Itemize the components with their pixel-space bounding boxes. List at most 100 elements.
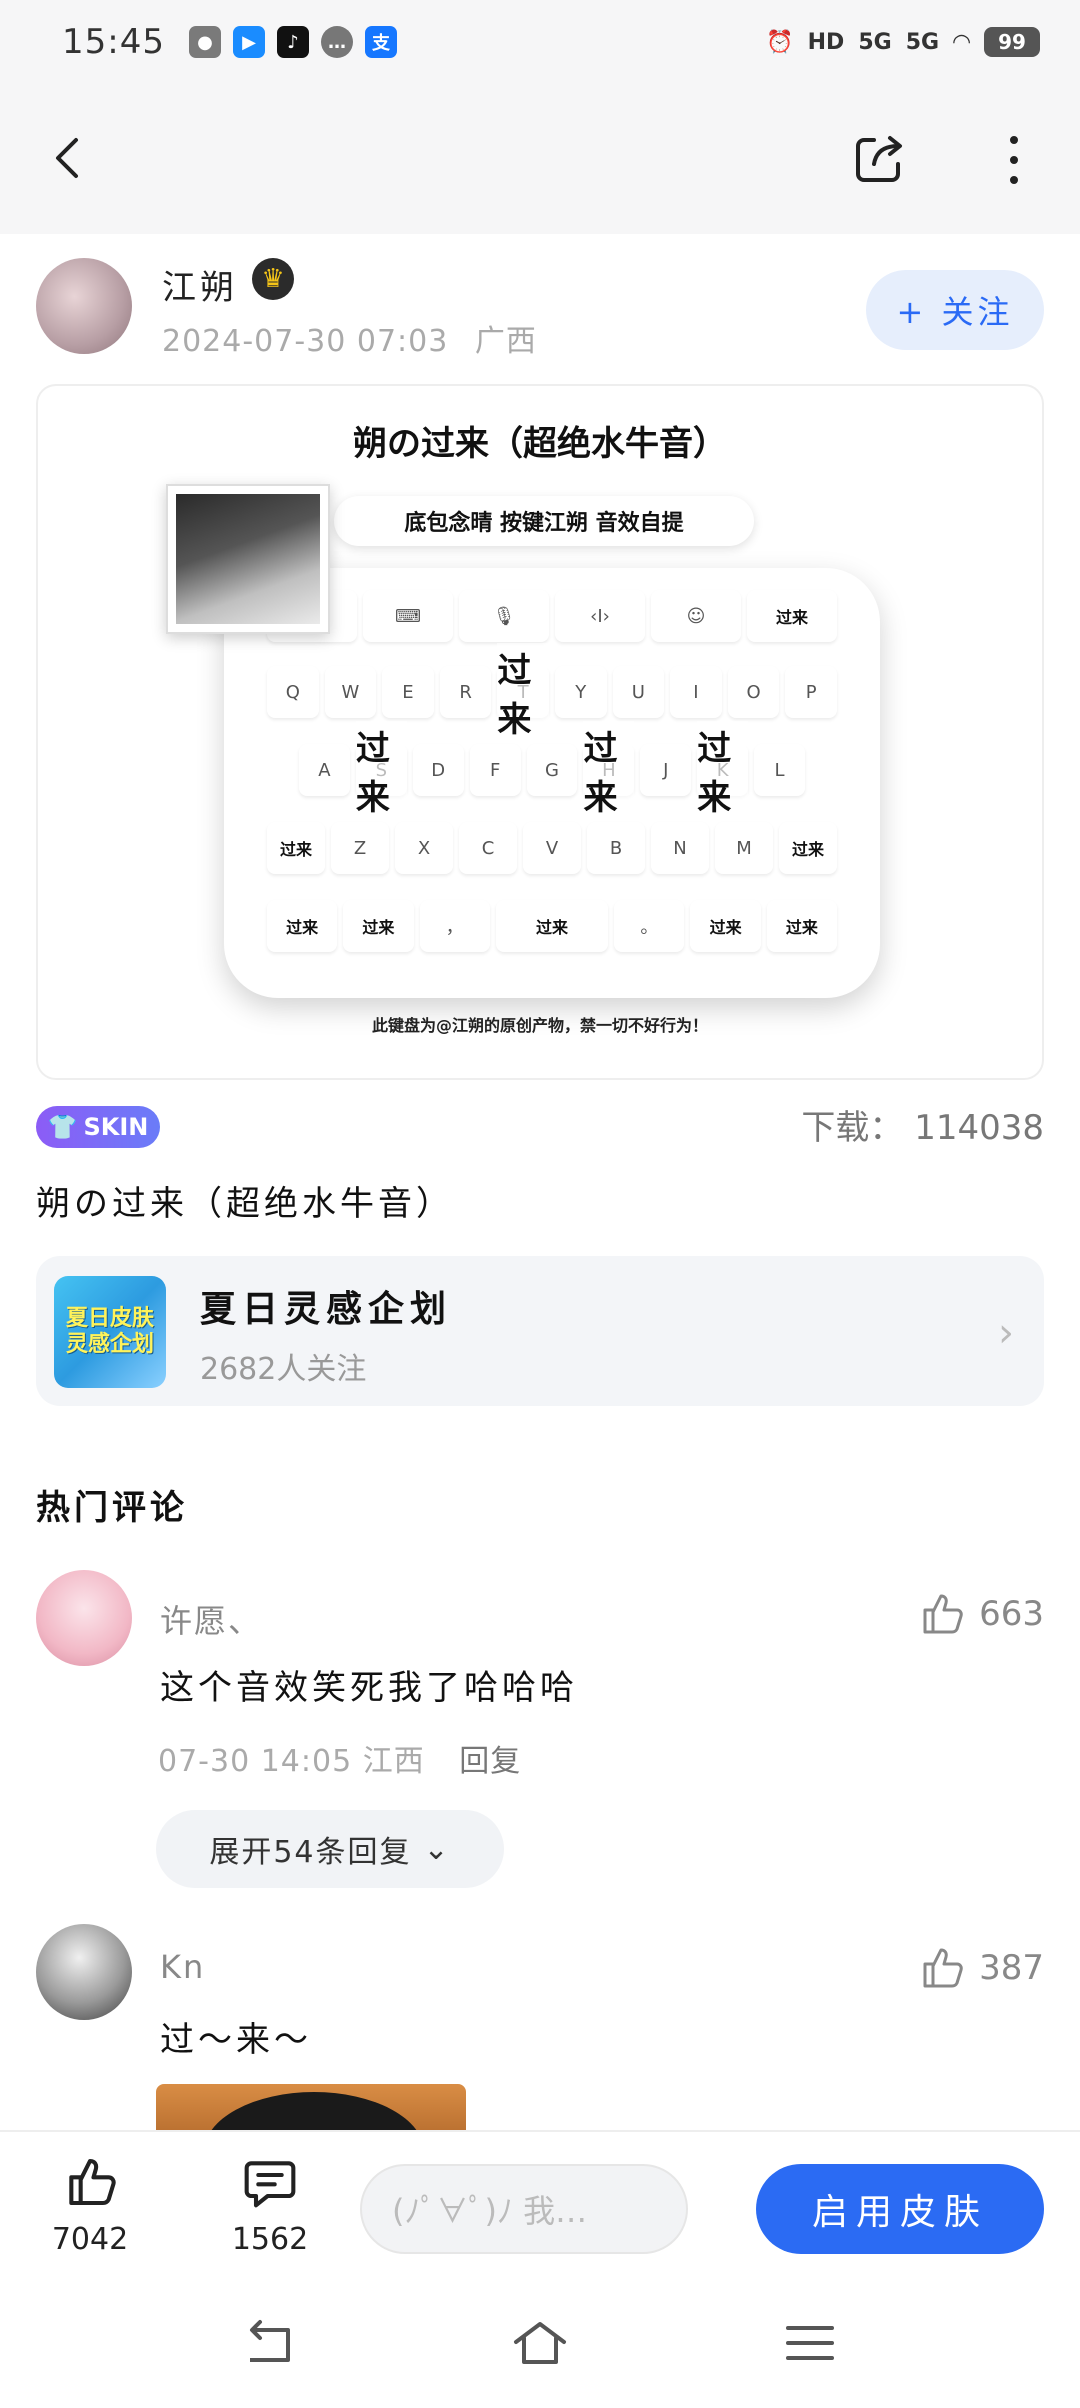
comment-item: 许愿、 这个音效笑死我了哈哈哈 07-30 14:05 江西 回复 663 展开… [0, 1566, 1080, 1896]
wechat-icon: ● [188, 26, 221, 58]
commenter-avatar[interactable] [36, 1570, 132, 1666]
keyboard-key: V [523, 822, 581, 874]
thumbs-up-icon [923, 1948, 963, 1988]
keyboard-key: N [651, 822, 709, 874]
message-icon: … [320, 26, 353, 58]
author-row: 江朔 ♛ 2024-07-30 07:03 广西 + 关注 [0, 234, 1080, 374]
crown-icon: ♛ [252, 258, 294, 300]
author-meta: 2024-07-30 07:03 广西 [162, 316, 537, 360]
mic-icon: 🎙 [459, 590, 549, 642]
battery-icon: 99 [984, 27, 1040, 57]
total-likes: 7042 [51, 2222, 129, 2257]
alarm-icon: ⏰ [766, 29, 794, 55]
keyboard-key: S [355, 721, 407, 819]
keyboard-key: 过来 [267, 822, 325, 874]
author-name[interactable]: 江朔 [162, 260, 238, 309]
keyboard-toolbar: 过来 ⌨ 🎙 ‹I› ☺ 过来 [264, 586, 840, 646]
post-region: 广西 [474, 324, 537, 359]
alipay-icon: 支 [364, 26, 397, 58]
keyboard-key: Z [331, 822, 389, 874]
keyboard-row-1: Q W E R T Y U I O P [264, 643, 840, 741]
keyboard-key: 过来 [267, 900, 338, 952]
like-button[interactable]: 7042 [30, 2154, 150, 2257]
comment-like[interactable]: 663 [917, 1590, 1044, 1638]
comment-time: 07-30 14:05 江西 [158, 1744, 425, 1779]
expand-replies-button[interactable]: 展开54条回复 ⌄ [156, 1810, 504, 1888]
comment-item: Kn 过～来～ 387 [0, 1920, 1080, 2144]
keyboard-key: O [727, 666, 780, 718]
keyboard-key: W [324, 666, 377, 718]
more-icon[interactable] [998, 130, 1030, 190]
author-avatar[interactable] [36, 258, 132, 354]
keyboard-key: E [382, 666, 434, 718]
network2-label: 5G [905, 29, 940, 55]
keyboard-row-4: 过来 过来 ， 过来 。 过来 过来 [264, 896, 840, 956]
keyboard-row-3: 过来 Z X C V B N M 过来 [264, 818, 840, 878]
reply-button[interactable]: 回复 [459, 1744, 521, 1779]
keyboard-key: I [670, 666, 722, 718]
keyboard-key: 。 [614, 900, 685, 952]
skin-preview-image[interactable]: 朔の过来（超绝水牛音） 底包念晴 按键江朔 音效自提 过来 ⌨ 🎙 ‹I› ☺ … [36, 384, 1044, 1080]
thumbs-up-icon [69, 2158, 116, 2206]
keyboard-icon: ⌨ [363, 590, 453, 642]
tiktok-icon: ♪ [276, 26, 309, 58]
status-time: 15:45 [62, 22, 165, 62]
emoji-icon: ☺ [651, 590, 741, 642]
shirt-icon: 👕 [47, 1113, 78, 1141]
download-count: 下载： 114038 [801, 1108, 1044, 1148]
comment-button[interactable]: 1562 [210, 2154, 330, 2257]
comment-text: 过～来～ [160, 2020, 312, 2060]
system-nav-bar [0, 2280, 1080, 2408]
like-count: 387 [979, 1948, 1044, 1988]
keyboard-key: P [785, 666, 837, 718]
hot-comments-title: 热门评论 [36, 1488, 188, 1528]
comment-like[interactable]: 387 [917, 1944, 1044, 1992]
total-comments: 1562 [231, 2222, 309, 2257]
keyboard-key: M [715, 822, 773, 874]
preview-tagline: 底包念晴 按键江朔 音效自提 [334, 496, 754, 546]
menu-nav-icon[interactable] [780, 2318, 840, 2368]
keyboard-key: G [526, 744, 578, 796]
status-app-icons: ● ▶ ♪ … 支 [188, 26, 397, 58]
home-nav-icon[interactable] [510, 2318, 570, 2368]
preview-title: 朔の过来（超绝水牛音） [353, 424, 727, 464]
keyboard-key: H [583, 721, 635, 819]
keyboard-key: Y [554, 666, 607, 718]
keyboard-row-2: A S D F G H J K L [296, 721, 808, 819]
share-icon[interactable] [852, 130, 908, 186]
keyboard-key: T [497, 643, 549, 741]
chevron-down-icon: ⌄ [423, 1831, 451, 1867]
network-label: 5G [858, 29, 892, 55]
back-nav-icon[interactable] [240, 2318, 300, 2368]
comment-input[interactable]: (ﾉﾟ∀ﾟ)ﾉ 我… [360, 2164, 688, 2254]
comment-meta: 07-30 14:05 江西 回复 [158, 1736, 521, 1780]
keyboard-key: ， [419, 900, 490, 952]
keyboard-key: A [299, 744, 350, 796]
keyboard-key: 过来 [747, 590, 837, 642]
post-date: 2024-07-30 07:03 [162, 324, 449, 359]
keyboard-key: U [612, 666, 665, 718]
thumbs-up-icon [923, 1594, 963, 1634]
preview-footer: 此键盘为@江朔的原创产物，禁一切不好行为！ [371, 1016, 708, 1035]
keyboard-key: X [395, 822, 453, 874]
paper-plane-icon: ▶ [232, 26, 265, 58]
commenter-name[interactable]: 许愿、 [160, 1596, 262, 1642]
keyboard-key: 过来 [690, 900, 761, 952]
preview-portrait [166, 484, 330, 634]
keyboard-key: L [754, 744, 806, 796]
keyboard-key: Q [267, 666, 319, 718]
back-icon[interactable] [44, 132, 96, 184]
follow-button[interactable]: + 关注 [866, 270, 1044, 350]
chevron-right-icon: › [998, 1310, 1014, 1356]
comment-text: 这个音效笑死我了哈哈哈 [160, 1668, 578, 1708]
apply-skin-button[interactable]: 启用皮肤 [756, 2164, 1044, 2254]
commenter-name[interactable]: Kn [160, 1948, 205, 1986]
keyboard-key: 过来 [779, 822, 837, 874]
keyboard-key: K [697, 721, 749, 819]
topic-image: 夏日皮肤 灵感企划 [54, 1276, 166, 1388]
commenter-avatar[interactable] [36, 1924, 132, 2020]
status-bar: 15:45 ● ▶ ♪ … 支 ⏰ HD 5G 5G ◠ 99 [0, 0, 1080, 84]
comment-icon [244, 2161, 296, 2208]
topic-card[interactable]: 夏日皮肤 灵感企划 夏日灵感企划 2682人关注 › [36, 1256, 1044, 1406]
topic-followers: 2682人关注 [200, 1352, 367, 1387]
